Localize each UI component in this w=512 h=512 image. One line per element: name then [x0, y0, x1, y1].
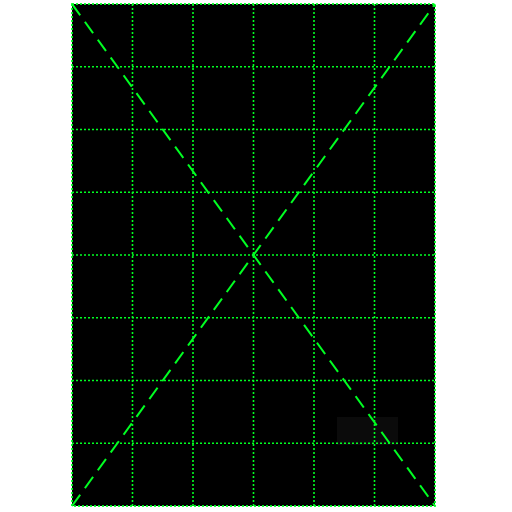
page-frame [71, 3, 436, 507]
viewport [0, 0, 512, 512]
